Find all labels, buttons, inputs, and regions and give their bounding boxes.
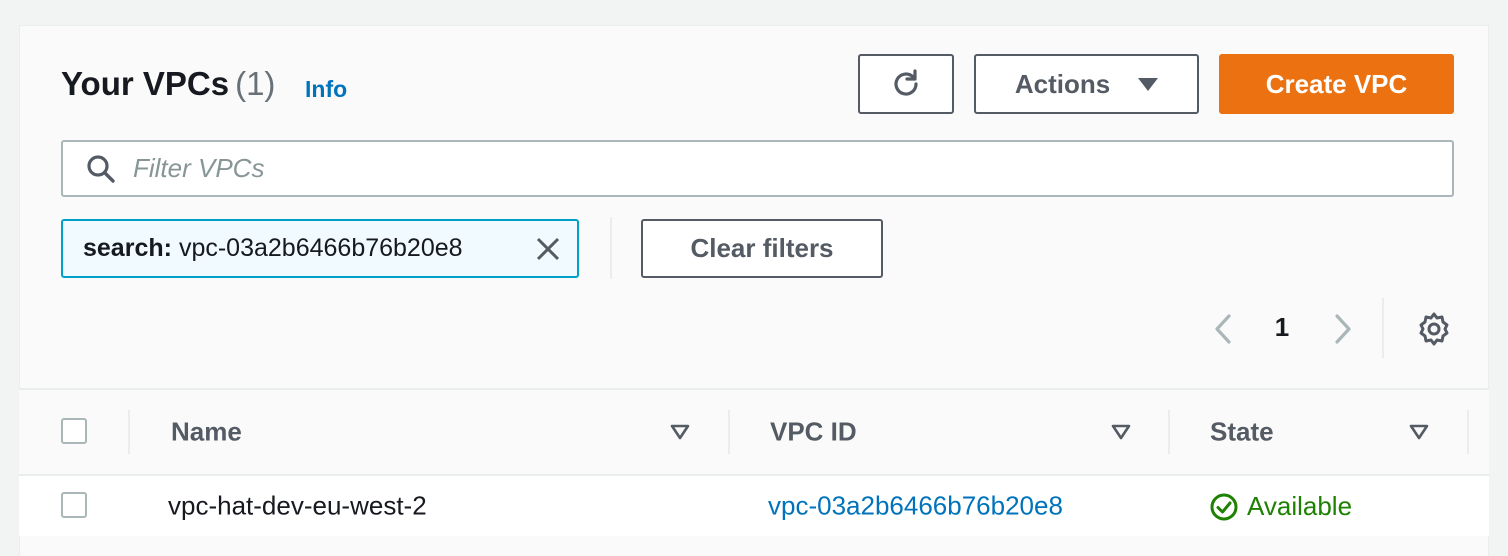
- column-header-vpc-id[interactable]: VPC ID: [770, 417, 857, 448]
- actions-label: Actions: [1014, 68, 1111, 99]
- vpc-count: (1): [235, 65, 276, 102]
- column-divider: [1467, 410, 1469, 454]
- filter-input[interactable]: [131, 152, 1335, 185]
- chevron-right-icon[interactable]: [1329, 312, 1357, 346]
- column-divider: [728, 410, 730, 454]
- close-icon[interactable]: [533, 234, 563, 264]
- search-icon: [87, 154, 115, 183]
- pagination-page-number[interactable]: 1: [1268, 312, 1296, 343]
- clear-filters-label: Clear filters: [690, 233, 834, 263]
- refresh-button[interactable]: [858, 54, 954, 114]
- filter-token-key: search:: [83, 234, 172, 262]
- sort-icon[interactable]: [1409, 424, 1429, 440]
- page-title: Your VPCs (1): [61, 62, 275, 106]
- gear-icon[interactable]: [1416, 311, 1452, 347]
- column-divider: [1168, 410, 1170, 454]
- filter-token: search: vpc-03a2b6466b76b20e8: [61, 219, 579, 278]
- status-badge: Available: [1209, 491, 1352, 522]
- clear-filters-button[interactable]: Clear filters: [641, 219, 883, 278]
- filter-field[interactable]: [61, 140, 1454, 197]
- column-header-state[interactable]: State: [1210, 417, 1274, 448]
- refresh-icon: [894, 69, 918, 96]
- sort-icon[interactable]: [670, 424, 690, 440]
- pagination-divider: [1382, 298, 1384, 358]
- sort-icon[interactable]: [1111, 424, 1131, 440]
- cell-vpc-id-link[interactable]: vpc-03a2b6466b76b20e8: [768, 491, 1063, 522]
- state-label: Available: [1247, 491, 1353, 521]
- create-vpc-label: Create VPC: [1265, 68, 1408, 99]
- column-divider: [128, 410, 130, 454]
- actions-dropdown-button[interactable]: Actions: [974, 54, 1199, 114]
- check-circle-icon: [1210, 493, 1238, 520]
- filter-token-value: vpc-03a2b6466b76b20e8: [178, 234, 463, 262]
- title-text: Your VPCs: [61, 65, 230, 102]
- info-link[interactable]: Info: [305, 76, 347, 103]
- cell-vpc-name: vpc-hat-dev-eu-west-2: [168, 490, 427, 521]
- column-header-name[interactable]: Name: [171, 417, 242, 448]
- filter-divider: [610, 217, 612, 279]
- create-vpc-button[interactable]: Create VPC: [1219, 54, 1454, 114]
- caret-down-icon: [1138, 77, 1159, 91]
- row-checkbox[interactable]: [61, 492, 87, 518]
- chevron-left-icon[interactable]: [1209, 312, 1237, 346]
- select-all-checkbox[interactable]: [61, 418, 87, 444]
